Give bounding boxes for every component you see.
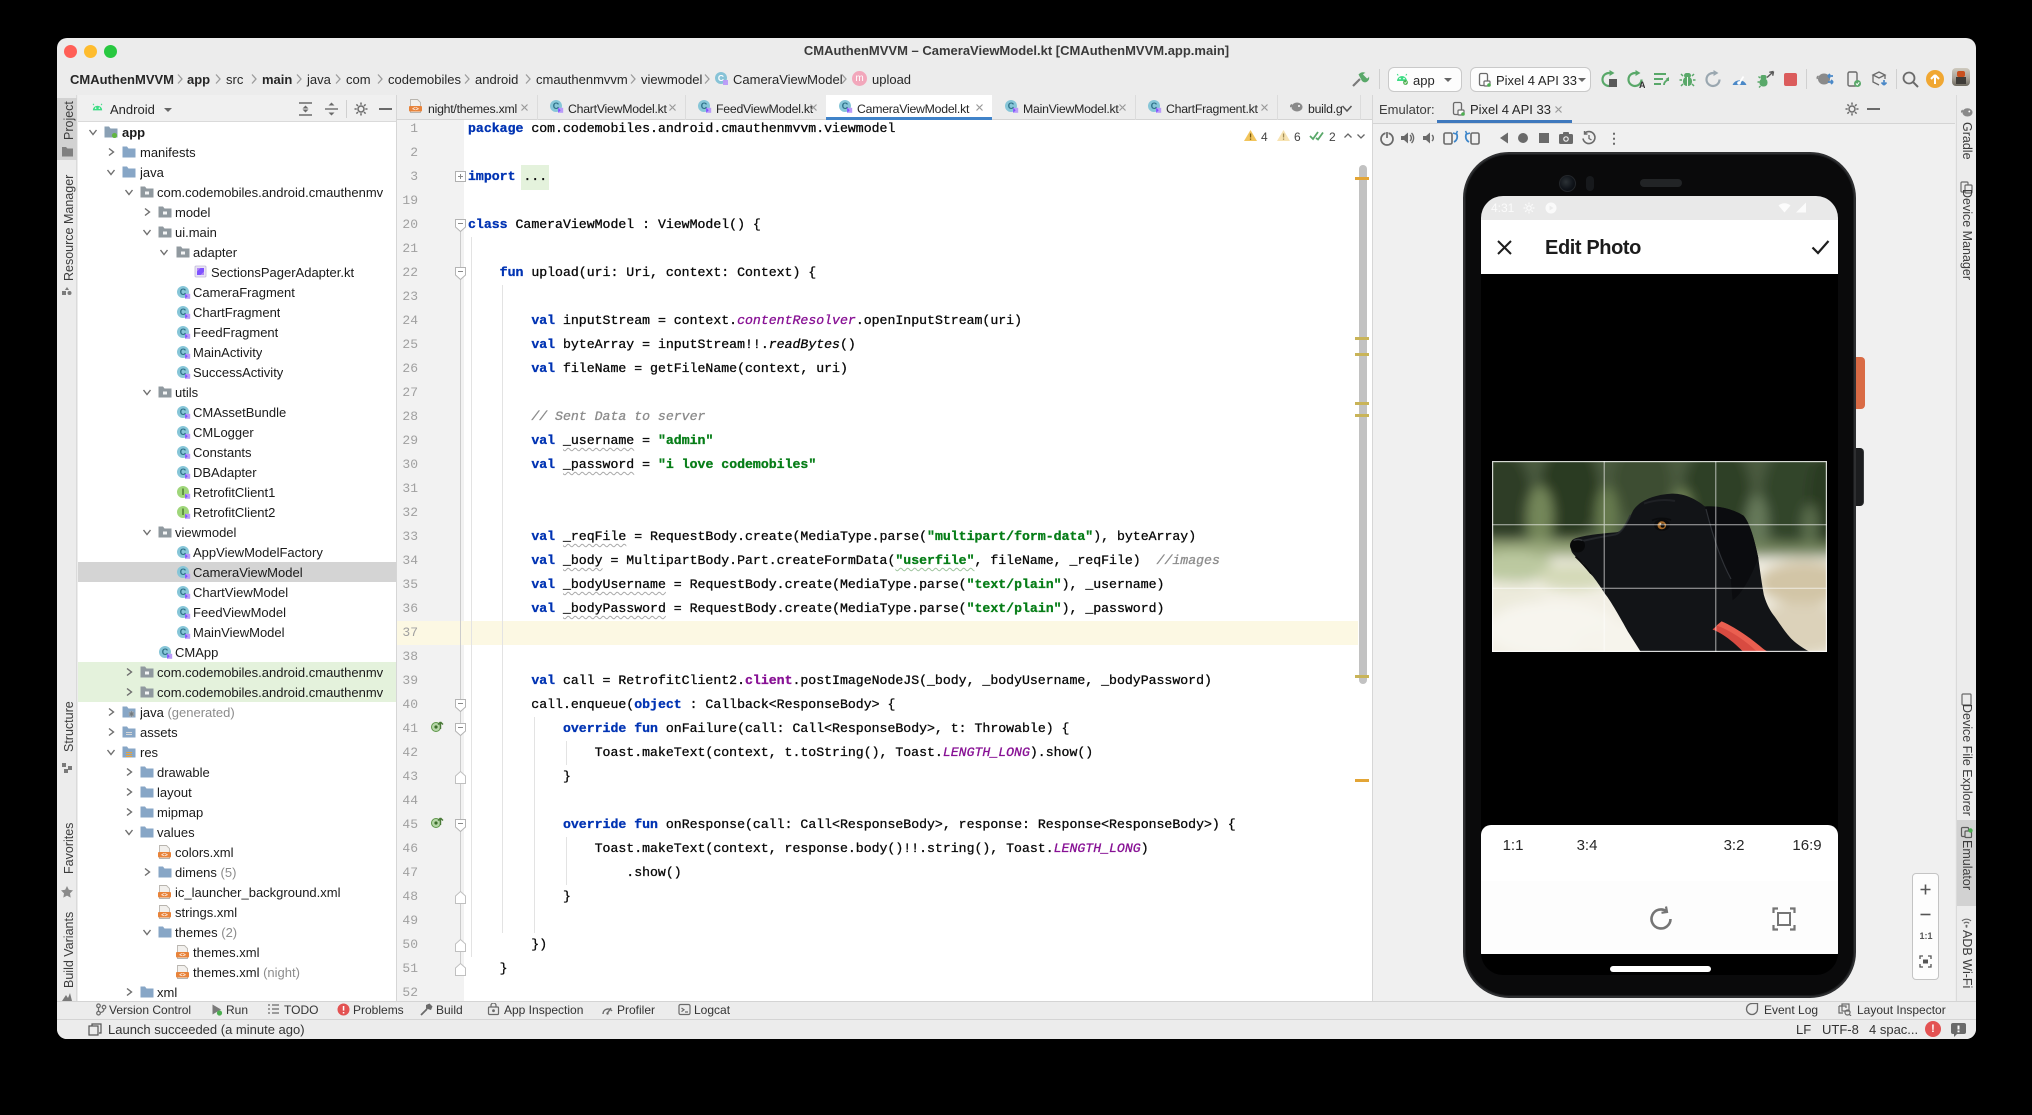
svg-text:I: I <box>182 487 185 497</box>
svg-text:A: A <box>1639 80 1645 89</box>
svg-text:<>: <> <box>412 106 419 113</box>
svg-text:I: I <box>182 507 185 517</box>
svg-text:<>: <> <box>161 852 168 859</box>
svg-text:<>: <> <box>179 972 186 979</box>
svg-text:<>: <> <box>161 892 168 899</box>
svg-text:<>: <> <box>179 952 186 959</box>
svg-text:<>: <> <box>161 912 168 919</box>
